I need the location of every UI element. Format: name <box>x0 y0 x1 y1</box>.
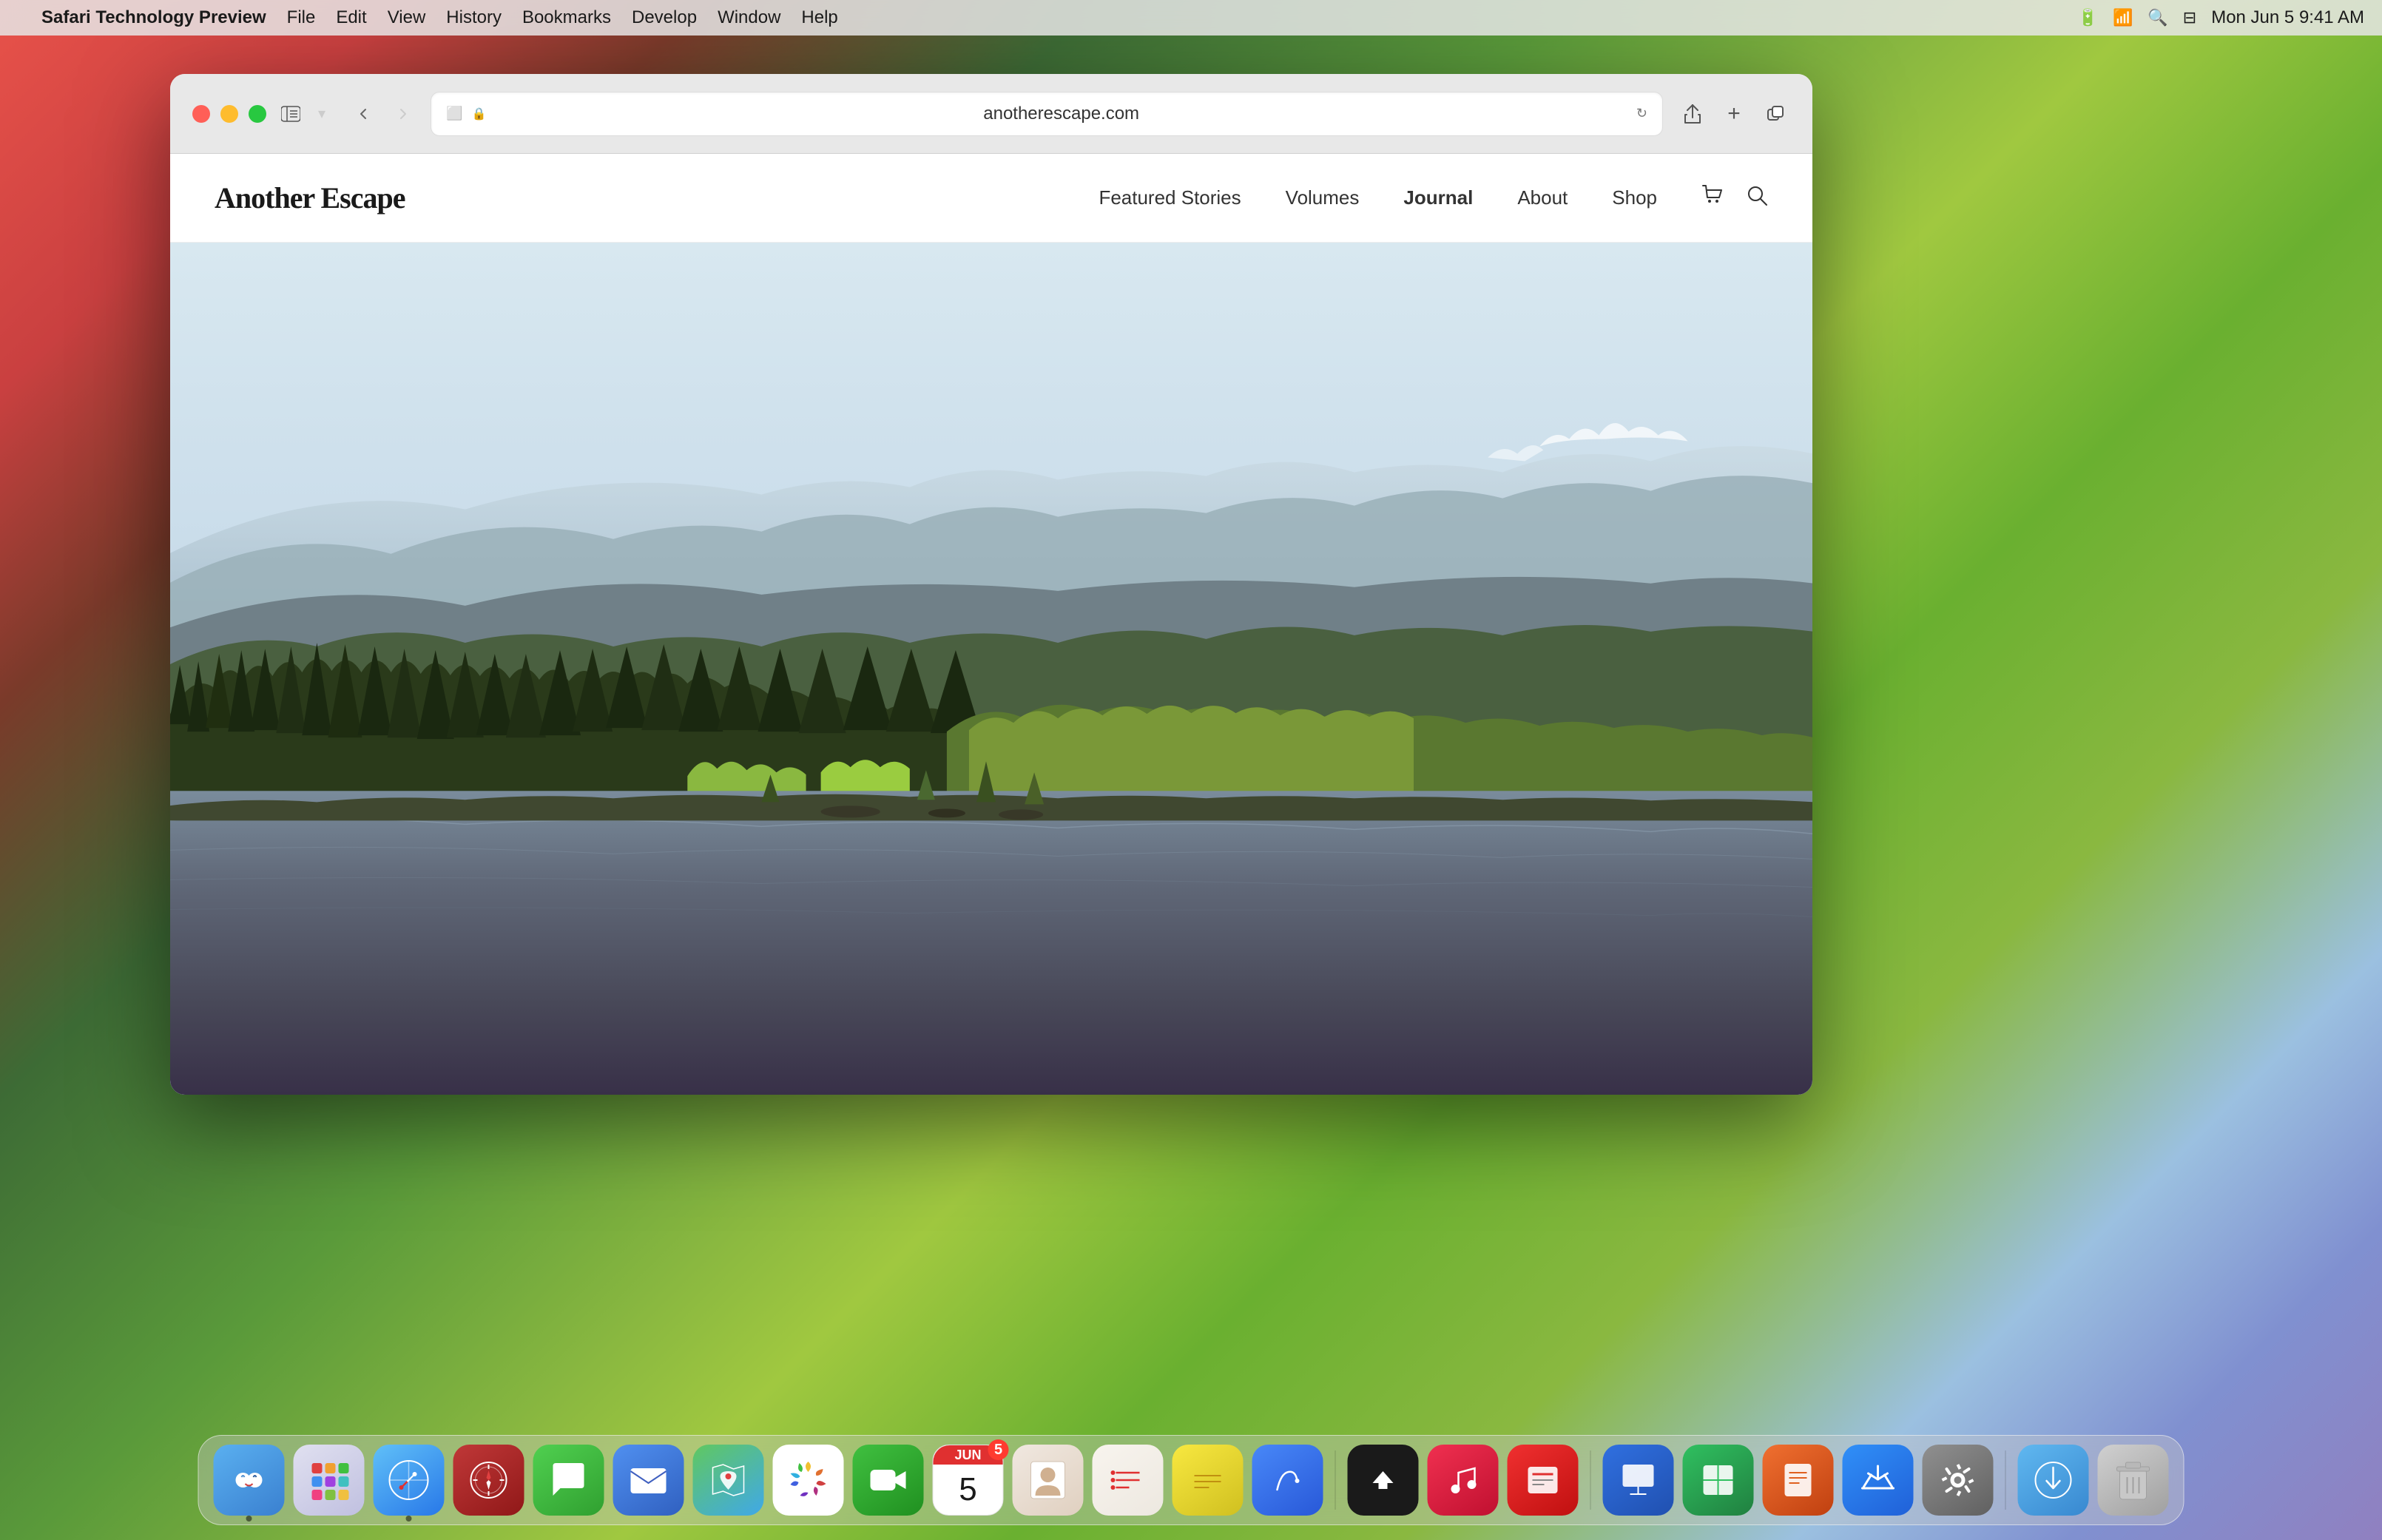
nav-volumes[interactable]: Volumes <box>1286 186 1360 209</box>
menu-bar-history[interactable]: History <box>446 7 502 28</box>
dock: JUN 5 5 <box>198 1435 2184 1525</box>
dock-reminders[interactable] <box>1093 1445 1164 1516</box>
site-logo[interactable]: Another Escape <box>215 180 405 215</box>
dock-trash[interactable] <box>2098 1445 2169 1516</box>
nav-about[interactable]: About <box>1517 186 1568 209</box>
dock-notes[interactable] <box>1173 1445 1244 1516</box>
back-button[interactable] <box>351 101 377 127</box>
menu-bar-left: Safari Technology Preview File Edit View… <box>18 7 838 28</box>
battery-icon: 🔋 <box>2078 8 2098 27</box>
dock-messages[interactable] <box>533 1445 604 1516</box>
dock-music[interactable] <box>1428 1445 1499 1516</box>
dock-pages[interactable] <box>1763 1445 1834 1516</box>
wifi-icon: 📶 <box>2113 8 2133 27</box>
dock-freeform[interactable] <box>1252 1445 1323 1516</box>
dock-maps[interactable] <box>693 1445 764 1516</box>
forward-button[interactable] <box>389 101 416 127</box>
menu-bar-view[interactable]: View <box>388 7 426 28</box>
hero-image <box>170 243 1812 1095</box>
dock-finder[interactable] <box>214 1445 285 1516</box>
dock-mail[interactable] <box>613 1445 684 1516</box>
landscape-svg <box>170 243 1812 1095</box>
browser-controls <box>351 101 416 127</box>
site-nav-actions <box>1701 184 1768 212</box>
dock-launchpad[interactable] <box>294 1445 365 1516</box>
browser-chrome: ▾ ⬜ 🔒 anotherescape.com ↻ <box>170 74 1812 154</box>
menu-bar-file[interactable]: File <box>287 7 316 28</box>
close-button[interactable] <box>192 105 210 123</box>
menu-bar-edit[interactable]: Edit <box>336 7 366 28</box>
dock-contacts[interactable] <box>1013 1445 1084 1516</box>
address-bar[interactable]: ⬜ 🔒 anotherescape.com ↻ <box>431 92 1663 136</box>
fullscreen-button[interactable] <box>249 105 266 123</box>
dock-separator-1 <box>1335 1450 1336 1510</box>
nav-journal[interactable]: Journal <box>1403 186 1473 209</box>
dock-system-settings[interactable] <box>1923 1445 1994 1516</box>
site-nav-links: Featured Stories Volumes Journal About S… <box>1099 186 1657 209</box>
dock-news[interactable] <box>1508 1445 1579 1516</box>
site-nav: Another Escape Featured Stories Volumes … <box>170 154 1812 243</box>
menu-bar-right: 🔋 📶 🔍 ⊟ Mon Jun 5 9:41 AM <box>2078 7 2364 28</box>
dock-instrument-cluster[interactable] <box>453 1445 524 1516</box>
share-button[interactable] <box>1678 99 1707 129</box>
lock-icon: 🔒 <box>471 107 486 121</box>
new-tab-button[interactable]: + <box>1719 99 1749 129</box>
dock-downloads[interactable] <box>2018 1445 2089 1516</box>
dock-safari[interactable] <box>374 1445 445 1516</box>
menu-bar-bookmarks[interactable]: Bookmarks <box>522 7 611 28</box>
dock-photos[interactable] <box>773 1445 844 1516</box>
dock-calendar[interactable]: JUN 5 5 <box>933 1445 1004 1516</box>
dock-appletv[interactable] <box>1348 1445 1419 1516</box>
spotlight-icon[interactable]: 🔍 <box>2147 8 2167 27</box>
dock-separator-2 <box>1590 1450 1591 1510</box>
cart-icon[interactable] <box>1701 184 1724 212</box>
menu-bar-help[interactable]: Help <box>801 7 837 28</box>
url-text[interactable]: anotherescape.com <box>495 104 1627 124</box>
search-icon[interactable] <box>1746 184 1768 212</box>
menu-bar-app-name[interactable]: Safari Technology Preview <box>41 7 266 28</box>
dock-appstore[interactable] <box>1843 1445 1914 1516</box>
dock-keynote[interactable] <box>1603 1445 1674 1516</box>
sidebar-toggle-button[interactable] <box>281 106 300 122</box>
dock-safari-dot <box>406 1516 412 1522</box>
calendar-badge: 5 <box>988 1439 1009 1460</box>
menu-bar: Safari Technology Preview File Edit View… <box>0 0 2382 36</box>
minimize-button[interactable] <box>220 105 238 123</box>
menu-bar-time: Mon Jun 5 9:41 AM <box>2211 7 2364 28</box>
nav-featured-stories[interactable]: Featured Stories <box>1099 186 1241 209</box>
page-icon: ⬜ <box>446 106 462 121</box>
tabs-button[interactable] <box>1761 99 1790 129</box>
dock-finder-dot <box>246 1516 252 1522</box>
control-center-icon[interactable]: ⊟ <box>2183 8 2196 27</box>
browser-actions: + <box>1678 99 1790 129</box>
browser-window: ▾ ⬜ 🔒 anotherescape.com ↻ <box>170 74 1812 1095</box>
reload-icon[interactable]: ↻ <box>1636 106 1647 121</box>
dock-facetime[interactable] <box>853 1445 924 1516</box>
nav-shop[interactable]: Shop <box>1612 186 1657 209</box>
dock-numbers[interactable] <box>1683 1445 1754 1516</box>
menu-bar-window[interactable]: Window <box>718 7 780 28</box>
traffic-lights <box>192 105 266 123</box>
dock-separator-3 <box>2005 1450 2006 1510</box>
menu-bar-develop[interactable]: Develop <box>632 7 697 28</box>
website-content: Another Escape Featured Stories Volumes … <box>170 154 1812 1095</box>
